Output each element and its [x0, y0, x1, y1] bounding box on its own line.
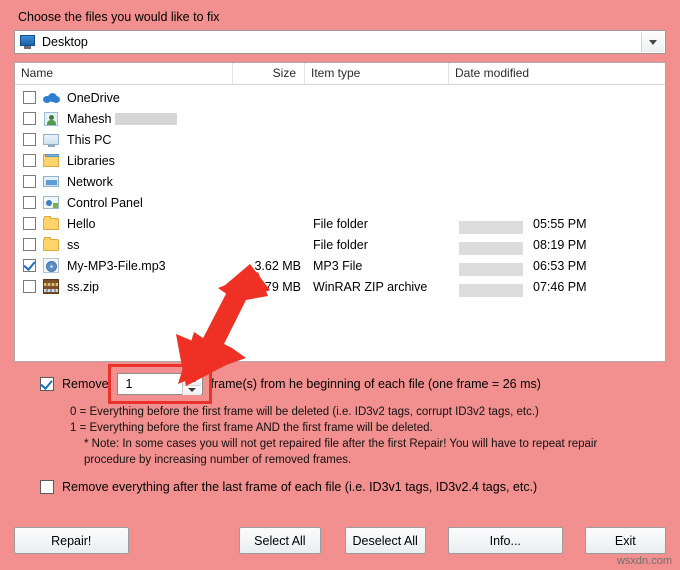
folder-icon	[43, 237, 60, 252]
cell-date: 08:19 PM	[457, 237, 617, 255]
blurred-date	[459, 220, 523, 234]
remove-after-last-option: Remove everything after the last frame o…	[40, 480, 666, 494]
cell-size: 3.62 MB	[254, 258, 301, 273]
note-line-3: procedure by increasing number of remove…	[84, 454, 352, 466]
notes-block: 0 = Everything before the first frame wi…	[70, 404, 666, 468]
folder-icon	[43, 216, 60, 231]
user-folder-icon	[43, 111, 60, 126]
file-chooser-dialog: Choose the files you would like to fix D…	[0, 0, 680, 570]
cell-name: Hello	[67, 216, 96, 231]
cell-name: OneDrive	[67, 90, 120, 105]
table-row[interactable]: Network	[15, 171, 665, 192]
watermark: wsxdn.com	[616, 555, 672, 567]
cell-type: MP3 File	[313, 258, 363, 273]
table-row[interactable]: OneDrive	[15, 87, 665, 108]
remove-frames-label-after: frame(s) from he beginning of each file …	[210, 377, 541, 391]
table-row[interactable]: ss File folder 08:19 PM	[15, 234, 665, 255]
blurred-date	[459, 262, 523, 276]
cell-type: File folder	[313, 216, 368, 231]
repair-button[interactable]: Repair!	[14, 527, 129, 554]
blurred-text	[115, 113, 178, 126]
file-list-rows: OneDrive Mahesh This PC Libraries Network Con…	[15, 85, 665, 297]
column-header-size[interactable]: Size	[233, 63, 305, 84]
deselect-all-button[interactable]: Deselect All	[344, 527, 426, 554]
note-line-1: 1 = Everything before the first frame AN…	[70, 422, 433, 434]
cell-type: WinRAR ZIP archive	[313, 279, 428, 294]
remove-frames-checkbox[interactable]	[40, 377, 54, 391]
exit-button[interactable]: Exit	[584, 527, 666, 554]
button-bar: Repair! Select All Deselect All Info... …	[14, 527, 666, 554]
row-checkbox[interactable]	[23, 196, 36, 209]
table-row[interactable]: Libraries	[15, 150, 665, 171]
cell-date-time: 06:53 PM	[533, 258, 587, 273]
cell-name: My-MP3-File.mp3	[67, 258, 166, 273]
zip-archive-icon	[43, 279, 60, 294]
note-line-2: * Note: In some cases you will not get r…	[84, 438, 598, 450]
chevron-down-icon[interactable]	[641, 32, 664, 52]
control-panel-icon	[43, 195, 60, 210]
table-row[interactable]: Mahesh	[15, 108, 665, 129]
column-header-date[interactable]: Date modified	[449, 63, 609, 84]
cell-date: 05:55 PM	[457, 216, 617, 234]
row-checkbox[interactable]	[23, 280, 36, 293]
row-checkbox[interactable]	[23, 238, 36, 251]
table-row[interactable]: This PC	[15, 129, 665, 150]
libraries-icon	[43, 153, 60, 168]
row-checkbox[interactable]	[23, 175, 36, 188]
cell-name: Mahesh	[67, 112, 237, 126]
cell-name: Control Panel	[67, 195, 143, 210]
cell-date-time: 07:46 PM	[533, 279, 587, 294]
row-checkbox[interactable]	[23, 217, 36, 230]
row-checkbox[interactable]	[23, 112, 36, 125]
cell-size: 2.79 MB	[254, 279, 301, 294]
this-pc-icon	[43, 132, 60, 147]
cell-date: 06:53 PM	[457, 258, 617, 276]
table-row[interactable]: ss.zip 2.79 MB WinRAR ZIP archive 07:46 PM	[15, 276, 665, 297]
frames-spinner[interactable]	[107, 364, 212, 404]
cell-name: Libraries	[67, 153, 115, 168]
cell-name: ss.zip	[67, 279, 99, 294]
cell-date-time: 05:55 PM	[533, 216, 587, 231]
column-header-name[interactable]: Name	[15, 63, 233, 84]
remove-frames-label-before: Remove	[62, 377, 109, 391]
mp3-file-icon	[43, 258, 60, 273]
cell-type: File folder	[313, 237, 368, 252]
frames-input[interactable]	[123, 376, 184, 392]
table-row[interactable]: Hello File folder 05:55 PM	[15, 213, 665, 234]
cell-date-time: 08:19 PM	[533, 237, 587, 252]
location-combobox[interactable]: Desktop	[14, 30, 666, 54]
remove-after-last-checkbox[interactable]	[40, 480, 54, 494]
spinner-up-icon[interactable]	[182, 375, 201, 385]
row-checkbox[interactable]	[23, 133, 36, 146]
blurred-date	[459, 283, 523, 297]
select-all-button[interactable]: Select All	[239, 527, 321, 554]
remove-frames-option: Remove frame(s) from he beginning of eac…	[14, 364, 666, 404]
column-header-type[interactable]: Item type	[305, 63, 449, 84]
file-list-header: Name Size Item type Date modified	[15, 63, 665, 85]
spinner-down-icon[interactable]	[182, 384, 201, 395]
monitor-icon	[20, 34, 36, 50]
cell-name: This PC	[67, 132, 112, 147]
table-row[interactable]: Control Panel	[15, 192, 665, 213]
file-list[interactable]: Name Size Item type Date modified OneDri…	[14, 62, 666, 362]
page-title: Choose the files you would like to fix	[18, 10, 220, 24]
row-checkbox[interactable]	[23, 259, 36, 272]
cell-name: Network	[67, 174, 113, 189]
cell-name: ss	[67, 237, 80, 252]
network-icon	[43, 174, 60, 189]
row-checkbox[interactable]	[23, 91, 36, 104]
table-row[interactable]: My-MP3-File.mp3 3.62 MB MP3 File 06:53 PM	[15, 255, 665, 276]
remove-after-last-label: Remove everything after the last frame o…	[62, 480, 538, 494]
location-value: Desktop	[42, 35, 88, 49]
row-checkbox[interactable]	[23, 154, 36, 167]
info-button[interactable]: Info...	[448, 527, 563, 554]
cell-date: 07:46 PM	[457, 279, 617, 297]
blurred-date	[459, 241, 523, 255]
note-line-0: 0 = Everything before the first frame wi…	[70, 406, 539, 418]
onedrive-icon	[43, 90, 60, 105]
